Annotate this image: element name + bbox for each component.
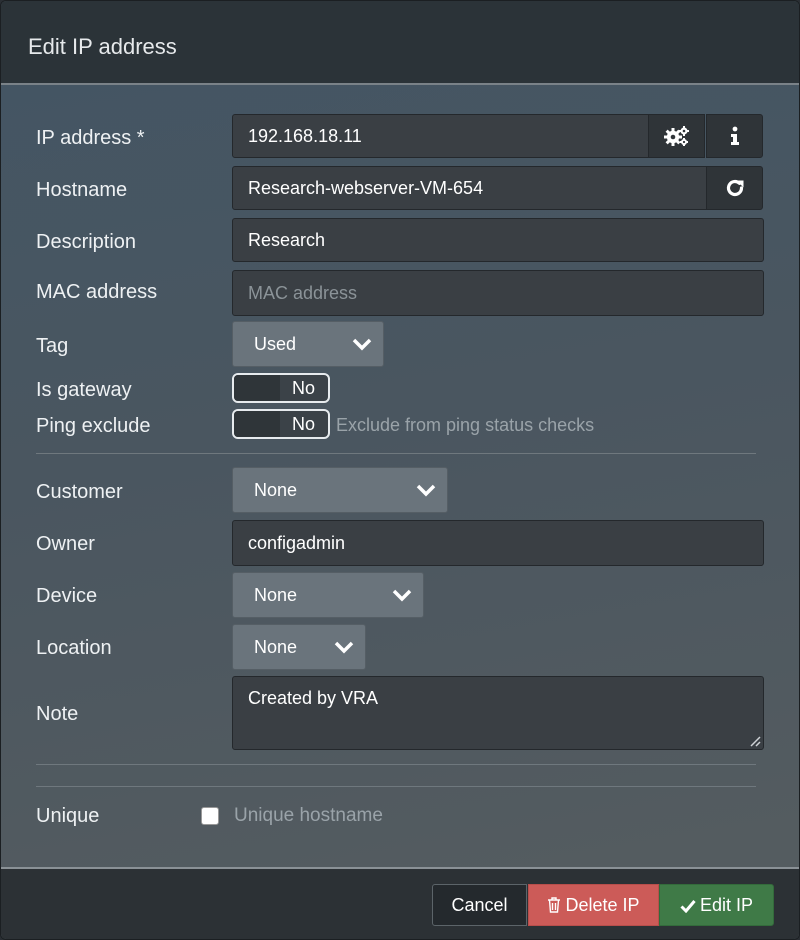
tag-select-value: Used bbox=[254, 334, 297, 354]
cancel-button[interactable]: Cancel bbox=[432, 884, 527, 926]
ip-info-button[interactable] bbox=[706, 114, 763, 158]
note-label: Note bbox=[36, 703, 79, 725]
chevron-down-icon bbox=[352, 338, 372, 351]
hostname-input[interactable]: Research-webserver-VM-654 bbox=[232, 166, 707, 210]
refresh-icon bbox=[726, 179, 743, 197]
chevron-down-icon bbox=[334, 641, 354, 654]
is-gateway-value: No bbox=[292, 378, 316, 398]
location-label: Location bbox=[36, 637, 112, 659]
trash-icon bbox=[548, 897, 561, 913]
hostname-refresh-button[interactable] bbox=[706, 166, 763, 210]
toggle-knob bbox=[234, 375, 280, 401]
device-select-value: None bbox=[254, 585, 298, 605]
delete-ip-button[interactable]: Delete IP bbox=[528, 884, 659, 926]
unique-hostname-label: Unique hostname bbox=[234, 805, 383, 826]
ip-address-input[interactable]: 192.168.18.11 bbox=[232, 114, 649, 158]
hostname-label: Hostname bbox=[36, 179, 128, 201]
customer-label: Customer bbox=[36, 481, 123, 503]
section-divider bbox=[36, 764, 756, 765]
tag-select[interactable]: Used bbox=[232, 321, 384, 367]
ping-exclude-hint: Exclude from ping status checks bbox=[336, 415, 595, 435]
unique-hostname-checkbox[interactable] bbox=[201, 807, 219, 825]
edit-ip-dialog: Edit IP address IP address * 192.168.18.… bbox=[0, 0, 800, 940]
section-divider bbox=[36, 786, 756, 787]
dialog-header: Edit IP address bbox=[1, 1, 799, 85]
description-label: Description bbox=[36, 231, 137, 253]
is-gateway-label: Is gateway bbox=[36, 379, 132, 401]
section-divider bbox=[36, 453, 756, 454]
unique-label: Unique bbox=[36, 805, 100, 827]
mac-address-input[interactable]: MAC address bbox=[232, 270, 764, 316]
ping-exclude-toggle[interactable]: No bbox=[232, 409, 330, 439]
tag-label: Tag bbox=[36, 335, 69, 357]
location-select-value: None bbox=[254, 637, 298, 657]
toggle-knob bbox=[234, 411, 280, 437]
delete-ip-label: Delete IP bbox=[565, 895, 640, 915]
gears-icon bbox=[663, 126, 689, 146]
check-icon bbox=[680, 900, 696, 914]
description-input[interactable]: Research bbox=[232, 218, 764, 262]
location-select[interactable]: None bbox=[232, 624, 366, 670]
resize-handle-icon[interactable] bbox=[749, 735, 761, 747]
device-select[interactable]: None bbox=[232, 572, 424, 618]
mac-address-label: MAC address bbox=[36, 281, 158, 303]
info-icon bbox=[730, 126, 739, 145]
owner-input[interactable]: configadmin bbox=[232, 520, 764, 566]
ping-exclude-label: Ping exclude bbox=[36, 415, 151, 437]
owner-label: Owner bbox=[36, 533, 95, 555]
note-textarea[interactable]: Created by VRA bbox=[232, 676, 764, 750]
note-text: Created by VRA bbox=[248, 688, 379, 708]
chevron-down-icon bbox=[392, 589, 412, 602]
customer-select[interactable]: None bbox=[232, 467, 448, 513]
is-gateway-toggle[interactable]: No bbox=[232, 373, 330, 403]
ip-address-label: IP address * bbox=[36, 127, 145, 149]
dialog-title: Edit IP address bbox=[28, 34, 177, 59]
device-label: Device bbox=[36, 585, 98, 607]
ip-settings-button[interactable] bbox=[648, 114, 705, 158]
customer-select-value: None bbox=[254, 480, 298, 500]
ping-exclude-value: No bbox=[292, 414, 316, 434]
edit-ip-button[interactable]: Edit IP bbox=[659, 884, 774, 926]
edit-ip-label: Edit IP bbox=[699, 895, 754, 915]
chevron-down-icon bbox=[416, 484, 436, 497]
